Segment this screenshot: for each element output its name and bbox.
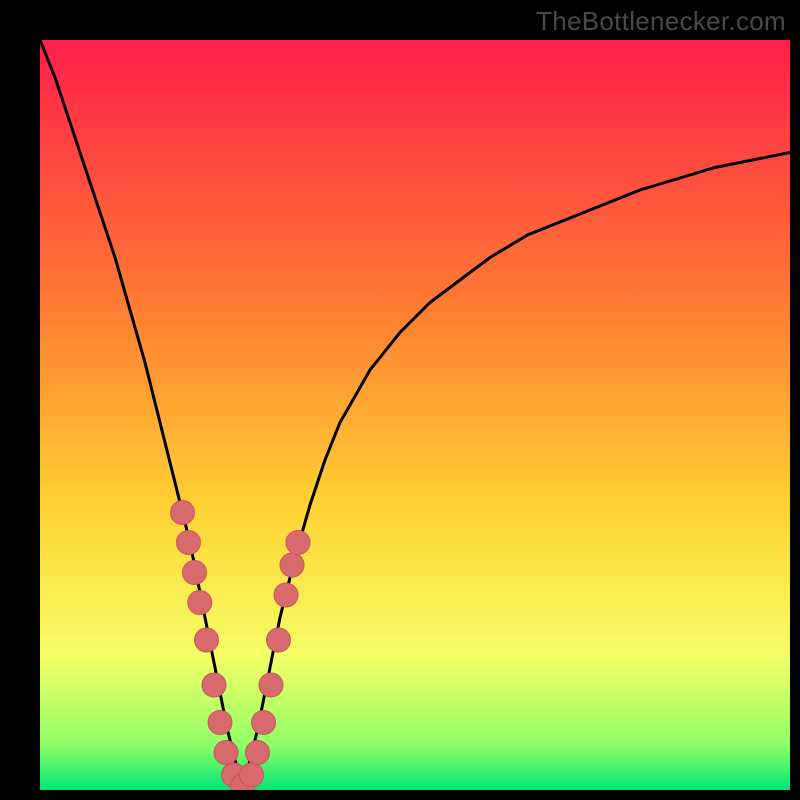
chart-background: [40, 40, 790, 790]
data-marker: [259, 673, 283, 697]
data-marker: [267, 628, 291, 652]
chart-svg: [40, 40, 790, 790]
data-marker: [188, 591, 212, 615]
data-marker: [171, 501, 195, 525]
data-marker: [286, 531, 310, 555]
watermark-text: TheBottlenecker.com: [536, 6, 786, 37]
chart-canvas: [40, 40, 790, 790]
data-marker: [208, 711, 232, 735]
data-marker: [214, 741, 238, 765]
outer-frame: TheBottlenecker.com: [0, 0, 800, 800]
data-marker: [177, 531, 201, 555]
data-marker: [240, 763, 264, 787]
data-marker: [280, 553, 304, 577]
data-marker: [274, 583, 298, 607]
data-marker: [246, 741, 270, 765]
data-marker: [202, 673, 226, 697]
data-marker: [183, 561, 207, 585]
data-marker: [195, 628, 219, 652]
data-marker: [252, 711, 276, 735]
